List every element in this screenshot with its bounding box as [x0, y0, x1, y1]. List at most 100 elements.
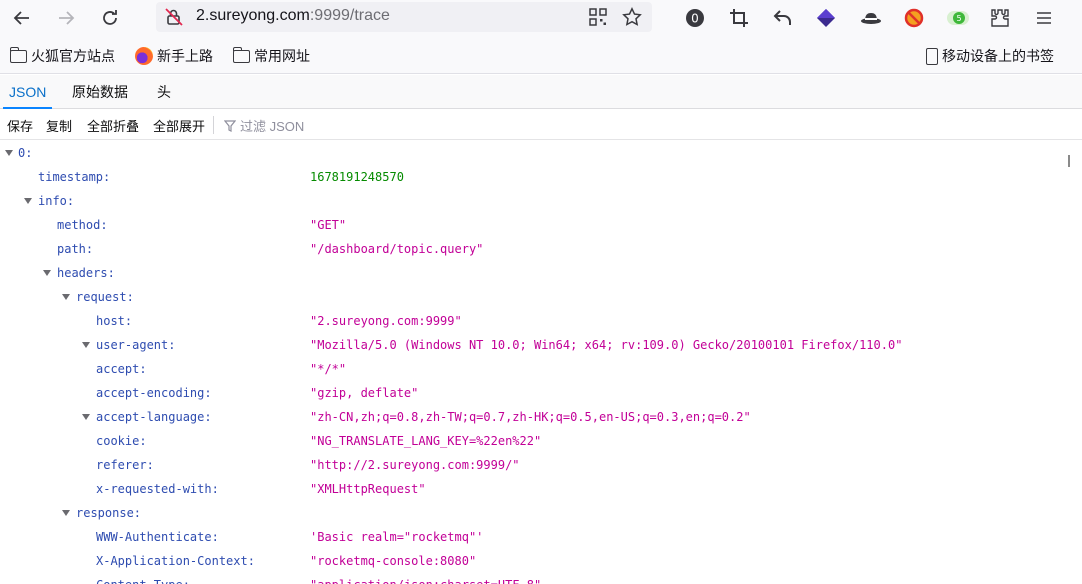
bookmark-label: 常用网址: [254, 48, 310, 64]
forward-arrow-icon: [59, 11, 75, 25]
back-button[interactable]: [8, 4, 36, 32]
back-arrow-icon: [13, 11, 29, 25]
json-tree-row[interactable]: x-requested-with: "XMLHttpRequest": [0, 477, 1082, 501]
bookmark-label: 移动设备上的书签: [942, 48, 1054, 64]
undo-icon[interactable]: [771, 6, 795, 30]
json-tree-row[interactable]: accept: "*/*": [0, 357, 1082, 381]
collapse-all-button[interactable]: 全部折叠: [87, 116, 139, 135]
json-value: "2.sureyong.com:9999": [310, 314, 462, 328]
json-key: timestamp:: [38, 170, 111, 184]
json-value: "/dashboard/topic.query": [310, 242, 484, 256]
tab-headers[interactable]: 头: [157, 75, 171, 109]
extension-zero-icon[interactable]: 0: [683, 6, 707, 30]
filter-placeholder: 过滤 JSON: [240, 119, 305, 134]
json-key: cookie:: [96, 434, 147, 448]
json-key: headers:: [57, 266, 115, 280]
folder-icon: [232, 46, 250, 63]
json-value: "http://2.sureyong.com:9999/": [310, 458, 520, 472]
json-key: referer:: [96, 458, 154, 472]
reload-icon: [103, 10, 117, 25]
json-tree-row[interactable]: timestamp: 1678191248570: [0, 165, 1082, 189]
json-tree-row[interactable]: accept-language: "zh-CN,zh;q=0.8,zh-TW;q=…: [0, 405, 1082, 429]
json-tree-row[interactable]: info:: [0, 189, 1082, 213]
green-toggle-icon[interactable]: 5: [946, 6, 970, 30]
bookmark-folder-firefox-official[interactable]: 火狐官方站点: [9, 46, 115, 66]
json-tree-row[interactable]: accept-encoding: "gzip, deflate": [0, 381, 1082, 405]
expand-toggle-icon[interactable]: [62, 510, 70, 516]
json-key: host:: [96, 314, 133, 328]
bookmarks-toolbar: 火狐官方站点 新手上路 常用网址 移动设备上的书签: [0, 36, 1082, 74]
url-host: 2.sureyong.com: [196, 7, 310, 24]
json-tree-row[interactable]: method: "GET": [0, 213, 1082, 237]
json-value: 'Basic realm="rocketmq"': [310, 530, 484, 544]
svg-text:0: 0: [691, 12, 699, 26]
save-button[interactable]: 保存: [7, 116, 33, 135]
json-tree-row[interactable]: referer: "http://2.sureyong.com:9999/": [0, 453, 1082, 477]
qr-code-icon[interactable]: [588, 7, 608, 27]
expand-toggle-icon[interactable]: [43, 270, 51, 276]
json-tree-row[interactable]: host: "2.sureyong.com:9999": [0, 309, 1082, 333]
crop-icon[interactable]: [727, 6, 751, 30]
firefox-logo-icon: [135, 47, 153, 65]
bookmark-folder-common-sites[interactable]: 常用网址: [232, 46, 310, 66]
json-key: 0:: [18, 146, 33, 160]
json-tree-row[interactable]: WWW-Authenticate: 'Basic realm="rocketmq"…: [0, 525, 1082, 549]
tab-json[interactable]: JSON: [2, 75, 53, 109]
filter-json-input[interactable]: 过滤 JSON: [224, 116, 304, 135]
url-text[interactable]: 2.sureyong.com:9999/trace: [196, 7, 390, 25]
folder-icon: [9, 46, 27, 63]
json-value: "gzip, deflate": [310, 386, 419, 400]
url-path: :9999/trace: [309, 7, 390, 24]
json-tree-row[interactable]: Content-Type: "application/json;charset=U…: [0, 573, 1082, 584]
json-tree-row[interactable]: headers:: [0, 261, 1082, 285]
extensions-icon[interactable]: [988, 6, 1012, 30]
json-key: x-requested-with:: [96, 482, 219, 496]
json-tree-row[interactable]: 0:: [0, 141, 1082, 165]
mobile-bookmarks[interactable]: 移动设备上的书签: [926, 46, 1054, 66]
json-tree-row[interactable]: request:: [0, 285, 1082, 309]
bookmark-getting-started[interactable]: 新手上路: [135, 46, 213, 66]
json-key: accept-language:: [96, 410, 212, 424]
json-key: WWW-Authenticate:: [96, 530, 219, 544]
json-key: accept:: [96, 362, 147, 376]
hat-icon[interactable]: [859, 6, 883, 30]
expand-toggle-icon[interactable]: [82, 342, 90, 348]
bookmark-star-icon[interactable]: [622, 7, 642, 27]
json-key: X-Application-Context:: [96, 554, 255, 568]
json-tree-row[interactable]: response:: [0, 501, 1082, 525]
json-tree: 0: timestamp: 1678191248570 info: method: "GE…: [0, 141, 1082, 584]
copy-button[interactable]: 复制: [46, 116, 72, 135]
bookmark-label: 火狐官方站点: [31, 48, 115, 64]
expand-toggle-icon[interactable]: [5, 150, 13, 156]
json-viewer-tabs: JSON 原始数据 头: [0, 75, 1082, 109]
json-key: user-agent:: [96, 338, 176, 352]
json-value: 1678191248570: [310, 170, 404, 184]
tab-raw-data[interactable]: 原始数据: [72, 75, 128, 109]
insecure-lock-icon[interactable]: [164, 7, 184, 27]
toolbar-divider: [213, 116, 214, 134]
expand-all-button[interactable]: 全部展开: [153, 116, 205, 135]
json-key: accept-encoding:: [96, 386, 212, 400]
json-value: "*/*": [310, 362, 347, 376]
json-tree-row[interactable]: cookie: "NG_TRANSLATE_LANG_KEY=%22en%22": [0, 429, 1082, 453]
blocked-icon[interactable]: [902, 6, 926, 30]
diamond-icon[interactable]: [814, 6, 838, 30]
json-tree-row[interactable]: user-agent: "Mozilla/5.0 (Windows NT 10.0…: [0, 333, 1082, 357]
json-value: "Mozilla/5.0 (Windows NT 10.0; Win64; x6…: [310, 338, 903, 352]
reload-button[interactable]: [96, 4, 124, 32]
expand-toggle-icon[interactable]: [24, 198, 32, 204]
forward-button[interactable]: [52, 4, 80, 32]
menu-icon[interactable]: [1032, 6, 1056, 30]
json-value: "rocketmq-console:8080": [310, 554, 477, 568]
expand-toggle-icon[interactable]: [62, 294, 70, 300]
json-tree-row[interactable]: path: "/dashboard/topic.query": [0, 237, 1082, 261]
json-tree-row[interactable]: X-Application-Context: "rocketmq-console:…: [0, 549, 1082, 573]
json-key: response:: [76, 506, 142, 520]
scrollbar-thumb[interactable]: [1068, 155, 1070, 167]
address-bar[interactable]: 2.sureyong.com:9999/trace: [156, 2, 652, 32]
expand-toggle-icon[interactable]: [82, 414, 90, 420]
json-key: Content-Type:: [96, 573, 190, 584]
json-key: path:: [57, 242, 94, 256]
json-value: "application/json;charset=UTF-8": [310, 573, 541, 584]
filter-funnel-icon: [224, 119, 236, 132]
